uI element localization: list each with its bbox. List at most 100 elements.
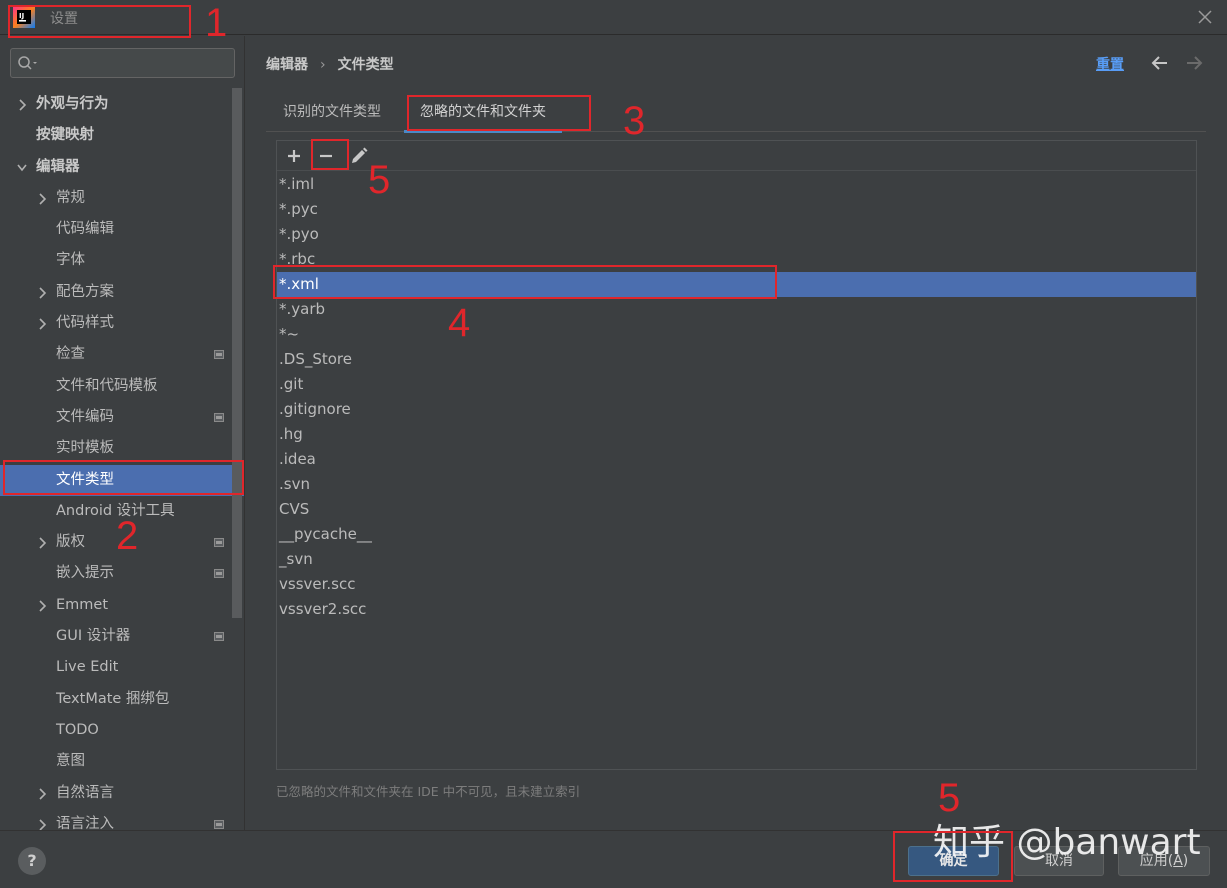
sidebar-item[interactable]: 实时模板 [0,433,244,464]
cancel-button[interactable]: 取消 [1014,846,1104,876]
list-item[interactable]: .idea [277,447,1196,472]
sidebar-item-label: TextMate 捆绑包 [56,690,170,707]
sidebar-item[interactable]: 字体 [0,245,244,276]
sidebar-item-label: Android 设计工具 [56,502,175,519]
chevron-right-icon[interactable] [37,787,47,800]
list-item[interactable]: vssver2.scc [277,597,1196,622]
sidebar-item[interactable]: 自然语言 [0,778,244,809]
sidebar-item[interactable]: Emmet [0,590,244,621]
sidebar-item-label: 代码编辑 [56,221,114,238]
chevron-right-icon[interactable] [37,318,47,330]
apply-button[interactable]: 应用(A) [1118,846,1210,876]
sidebar-item[interactable]: TODO [0,715,244,746]
remove-icon[interactable] [315,145,337,167]
list-item[interactable]: .gitignore [277,397,1196,422]
sidebar-item[interactable]: 代码样式 [0,308,244,339]
reset-link[interactable]: 重置 [1096,54,1124,74]
list-item[interactable]: CVS [277,497,1196,522]
forward-arrow-icon[interactable] [1184,53,1204,73]
sidebar-item-label: 按键映射 [36,127,94,144]
list-toolbar [277,141,1196,171]
chevron-right-icon[interactable] [37,193,47,205]
tab-recognized-file-types[interactable]: 识别的文件类型 [267,94,397,132]
list-item[interactable]: *.iml [277,172,1196,197]
project-scope-icon [214,412,224,422]
title-bar: IJ 设置 [0,0,1227,35]
list-item[interactable]: *.pyo [277,222,1196,247]
ok-button[interactable]: 确定 [908,846,999,876]
sidebar-item-label: Emmet [56,596,109,613]
sidebar-item[interactable]: 文件类型 [0,464,244,496]
search-icon [18,56,37,70]
ignored-list: *.iml *.pyc *.pyo *.rbc *.xml *.yarb *~ .DS_Sto… [277,172,1196,622]
chevron-right-icon[interactable] [37,600,47,612]
chevron-right-icon[interactable] [37,819,47,830]
sidebar-item[interactable]: 常规 [0,183,244,214]
dialog-footer: ? 确定 取消 应用(A) [0,830,1227,888]
sidebar-item[interactable]: 外观与行为 [0,89,244,120]
sidebar-item-label: 字体 [56,252,85,269]
tab-ignored-files-and-folders[interactable]: 忽略的文件和文件夹 [404,94,562,133]
annotation-number-5-ok: 5 [938,776,961,820]
sidebar-item[interactable]: 文件和代码模板 [0,371,244,402]
chevron-right-icon[interactable] [37,537,47,549]
sidebar-scrollbar[interactable] [232,88,242,618]
project-scope-icon [214,538,224,548]
sidebar-item-label: 语言注入 [56,815,114,830]
help-button[interactable]: ? [18,847,46,875]
sidebar-item[interactable]: 代码编辑 [0,214,244,245]
sidebar-item[interactable]: 文件编码 [0,402,244,433]
apply-mnemonic: A [1173,853,1183,869]
sidebar-item[interactable]: 按键映射 [0,120,244,151]
sidebar-item-label: 检查 [56,346,85,363]
breadcrumb-parent[interactable]: 编辑器 [266,57,308,73]
sidebar-item[interactable]: GUI 设计器 [0,621,244,652]
list-item[interactable]: .svn [277,472,1196,497]
settings-search-input[interactable] [10,48,235,78]
list-item[interactable]: _svn [277,547,1196,572]
list-item[interactable]: *.pyc [277,197,1196,222]
list-item[interactable]: __pycache__ [277,522,1196,547]
list-item[interactable]: *.xml [277,272,1196,297]
back-arrow-icon[interactable] [1150,53,1170,73]
edit-pencil-icon[interactable] [348,145,370,167]
sidebar-item-label: 自然语言 [56,784,114,801]
sidebar-item-label: 意图 [56,753,85,770]
sidebar-item[interactable]: 意图 [0,746,244,777]
sidebar-item-label: 文件和代码模板 [56,377,158,394]
apply-label: 应用( [1139,853,1174,869]
sidebar-item-label: 版权 [56,534,85,551]
sidebar-item[interactable]: 语言注入 [0,809,244,830]
list-item[interactable]: vssver.scc [277,572,1196,597]
list-item[interactable]: .git [277,372,1196,397]
list-item[interactable]: .DS_Store [277,347,1196,372]
sidebar-item[interactable]: Android 设计工具 [0,496,244,527]
chevron-right-icon[interactable] [37,287,47,299]
list-item[interactable]: *.rbc [277,247,1196,272]
project-scope-icon [214,819,224,829]
window-title: 设置 [50,11,78,27]
sidebar-item-label: Live Edit [56,659,119,676]
sidebar-item[interactable]: Live Edit [0,652,244,683]
close-icon[interactable] [1195,7,1215,27]
sidebar-item-label: 文件编码 [56,408,114,425]
project-scope-icon [214,569,224,579]
sidebar-item[interactable]: 版权 [0,527,244,558]
chevron-right-icon[interactable] [17,99,27,111]
list-item[interactable]: .hg [277,422,1196,447]
sidebar-item-label: 实时模板 [56,440,114,457]
add-icon[interactable] [283,145,305,167]
sidebar-item-label: TODO [56,721,99,738]
chevron-down-icon[interactable] [17,162,27,174]
ignored-files-hint: 已忽略的文件和文件夹在 IDE 中不可见，且未建立索引 [276,784,581,799]
sidebar-item[interactable]: 检查 [0,339,244,370]
settings-tree: 外观与行为按键映射编辑器 常规代码编辑字体配色方案 代码样式检查文件和代码模板 文件编… [0,89,244,830]
sidebar-item[interactable]: 编辑器 [0,152,244,183]
list-item[interactable]: *.yarb [277,297,1196,322]
list-item[interactable]: *~ [277,322,1196,347]
sidebar-item[interactable]: 嵌入提示 [0,558,244,589]
sidebar-item[interactable]: TextMate 捆绑包 [0,684,244,715]
intellij-app-icon: IJ [13,6,35,28]
breadcrumb-separator: › [320,57,326,73]
sidebar-item[interactable]: 配色方案 [0,277,244,308]
